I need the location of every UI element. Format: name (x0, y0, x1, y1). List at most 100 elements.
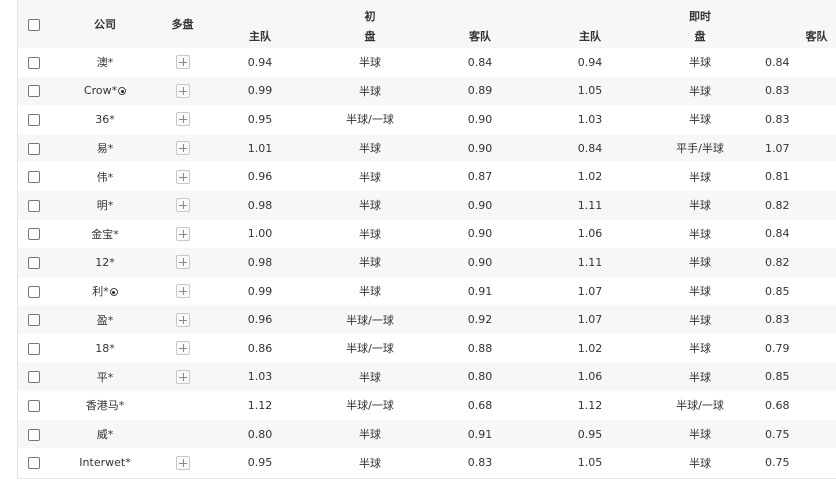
table-row: 金宝* 1.00 半球 0.90 1.06 半球 0.84 (18, 219, 836, 249)
live-away-odds: 1.07 (765, 141, 790, 155)
soccer-ball-icon (109, 288, 118, 297)
company-name: 伟* (96, 170, 114, 184)
row-checkbox[interactable] (28, 399, 40, 412)
live-handicap: 半球 (689, 285, 711, 299)
row-checkbox[interactable] (28, 256, 40, 269)
live-handicap: 半球 (689, 428, 711, 442)
row-checkbox[interactable] (28, 113, 40, 126)
expand-plus-icon[interactable] (175, 226, 190, 241)
expand-plus-icon[interactable] (175, 141, 190, 156)
company-cell: 利* (50, 277, 160, 306)
odds-table: 公司 多盘 初 即时 主队 盘 客队 主队 盘 客队 澳* 0.94 半球 0.84 0… (18, 0, 836, 477)
initial-group-header: 初 (364, 10, 376, 23)
row-checkbox[interactable] (28, 428, 40, 441)
initial-away-odds: 0.80 (467, 370, 493, 384)
live-home-odds: 1.12 (577, 398, 603, 412)
expand-plus-icon[interactable] (175, 369, 190, 384)
initial-home-odds: 1.01 (247, 141, 273, 155)
initial-home-odds: 0.98 (247, 198, 273, 212)
company-cell: 平* (50, 363, 160, 392)
initial-away-odds: 0.88 (467, 341, 493, 355)
company-name: 盈* (96, 313, 114, 327)
live-home-odds: 1.11 (577, 255, 603, 269)
initial-away-odds: 0.90 (467, 141, 493, 155)
live-home-odds: 0.95 (577, 427, 603, 441)
initial-away-odds: 0.89 (467, 84, 493, 98)
initial-handicap: 半球 (359, 56, 381, 70)
expand-plus-icon[interactable] (175, 284, 190, 299)
live-home-odds: 1.07 (577, 313, 603, 327)
company-name: 明* (96, 199, 114, 213)
company-name: 12* (95, 255, 115, 269)
company-cell: 18* (50, 334, 160, 363)
live-home-odds: 1.02 (577, 170, 603, 184)
live-home-odds: 0.84 (577, 141, 603, 155)
expand-plus-icon[interactable] (175, 55, 190, 70)
select-all-cell (18, 0, 50, 48)
initial-away-odds: 0.83 (467, 456, 493, 470)
company-name: 金宝* (91, 227, 119, 241)
table-row: 明* 0.98 半球 0.90 1.11 半球 0.82 (18, 190, 836, 220)
initial-away-odds: 0.90 (467, 112, 493, 126)
col-live-handicap: 盘 (694, 30, 706, 43)
row-checkbox[interactable] (28, 314, 40, 327)
initial-handicap: 半球 (359, 84, 381, 98)
live-handicap: 半球 (689, 227, 711, 241)
live-away-odds: 0.84 (765, 55, 790, 69)
expand-plus-icon[interactable] (175, 341, 190, 356)
initial-handicap: 半球 (359, 170, 381, 184)
row-checkbox[interactable] (28, 199, 40, 212)
expand-plus-icon[interactable] (175, 83, 190, 98)
company-name: 威* (96, 428, 114, 442)
initial-away-odds: 0.90 (467, 227, 493, 241)
initial-home-odds: 0.95 (247, 456, 273, 470)
row-checkbox[interactable] (28, 56, 40, 69)
initial-home-odds: 0.98 (247, 255, 273, 269)
live-away-odds: 0.83 (765, 84, 790, 98)
initial-home-odds: 0.94 (247, 55, 273, 69)
company-cell: 12* (50, 248, 160, 277)
row-checkbox[interactable] (28, 142, 40, 155)
company-name: 18* (95, 341, 115, 355)
initial-home-odds: 0.99 (247, 84, 273, 98)
live-home-odds: 1.11 (577, 198, 603, 212)
company-name: 利* (92, 285, 109, 299)
live-handicap: 半球 (689, 342, 711, 356)
expand-plus-icon[interactable] (175, 455, 190, 470)
initial-home-odds: 0.96 (247, 313, 273, 327)
table-row: 18* 0.86 半球/一球 0.88 1.02 半球 0.79 (18, 333, 836, 363)
row-checkbox[interactable] (28, 457, 40, 470)
row-checkbox[interactable] (28, 171, 40, 184)
table-row: 36* 0.95 半球/一球 0.90 1.03 半球 0.83 (18, 105, 836, 134)
live-away-odds: 0.82 (765, 198, 790, 212)
col-live-home: 主队 (579, 30, 601, 43)
select-all-checkbox[interactable] (28, 18, 40, 31)
expand-plus-icon[interactable] (175, 198, 190, 213)
table-row: 澳* 0.94 半球 0.84 0.94 半球 0.84 (18, 48, 836, 77)
company-cell: 易* (50, 134, 160, 163)
live-home-odds: 0.94 (577, 55, 603, 69)
col-company: 公司 (94, 18, 116, 31)
live-away-odds: 0.68 (765, 398, 790, 412)
table-row: 香港马* 1.12 半球/一球 0.68 1.12 半球/一球 0.68 (18, 391, 836, 420)
expand-plus-icon[interactable] (175, 112, 190, 127)
expand-plus-icon[interactable] (175, 312, 190, 327)
company-cell: 伟* (50, 162, 160, 191)
initial-home-odds: 1.12 (247, 398, 273, 412)
row-checkbox[interactable] (28, 228, 40, 241)
live-group-header: 即时 (689, 10, 711, 23)
row-checkbox[interactable] (28, 285, 40, 298)
col-initial-handicap: 盘 (364, 30, 376, 43)
row-checkbox[interactable] (28, 371, 40, 384)
live-handicap: 半球 (689, 256, 711, 270)
row-checkbox[interactable] (28, 342, 40, 355)
live-handicap: 半球 (689, 456, 711, 470)
live-home-odds: 1.02 (577, 341, 603, 355)
initial-away-odds: 0.90 (467, 198, 493, 212)
row-checkbox[interactable] (28, 85, 40, 98)
initial-handicap: 半球 (359, 256, 381, 270)
expand-plus-icon[interactable] (175, 169, 190, 184)
initial-handicap: 半球/一球 (346, 342, 394, 356)
company-name: 易* (96, 142, 114, 156)
expand-plus-icon[interactable] (175, 255, 190, 270)
